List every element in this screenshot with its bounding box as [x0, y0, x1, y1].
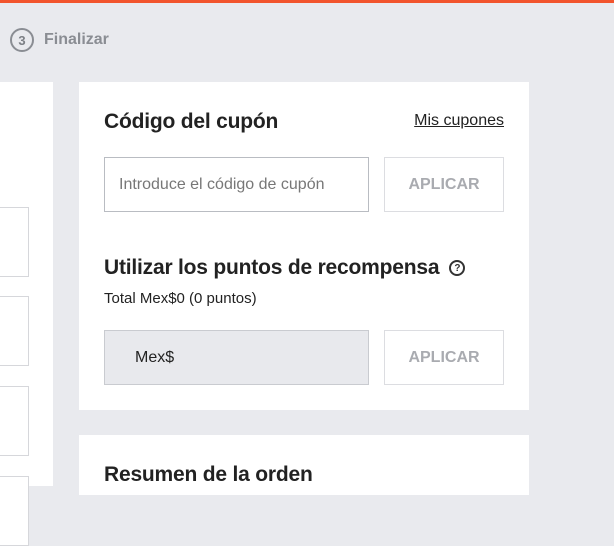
top-accent-bar	[0, 0, 614, 3]
left-form-field[interactable]	[0, 476, 29, 546]
rewards-title: Utilizar los puntos de recompensa ?	[104, 256, 466, 280]
left-panel	[0, 82, 53, 546]
currency-prefix: Mex$	[135, 348, 175, 366]
left-form-field[interactable]	[0, 207, 29, 277]
apply-coupon-button[interactable]: APLICAR	[384, 157, 504, 212]
rewards-title-text: Utilizar los puntos de recompensa	[104, 256, 440, 279]
coupon-rewards-card: Código del cupón Mis cupones APLICAR Uti…	[79, 82, 529, 410]
rewards-total: Total Mex$0 (0 puntos)	[104, 290, 257, 307]
order-summary-card: Resumen de la orden	[79, 435, 529, 495]
coupon-title: Código del cupón	[104, 110, 279, 133]
apply-rewards-button[interactable]: APLICAR	[384, 330, 504, 385]
order-summary-title: Resumen de la orden	[104, 463, 313, 486]
question-circle-icon[interactable]: ?	[449, 260, 466, 276]
step-label: Finalizar	[44, 31, 109, 48]
step-number-badge: 3	[10, 28, 34, 52]
coupon-code-input[interactable]	[104, 157, 369, 212]
rewards-points-field[interactable]: Mex$	[104, 330, 369, 385]
left-form-field[interactable]	[0, 296, 29, 366]
my-coupons-link[interactable]: Mis cupones	[414, 112, 504, 130]
left-form-field[interactable]	[0, 386, 29, 456]
checkout-step-finalize: 3 Finalizar	[10, 28, 109, 52]
